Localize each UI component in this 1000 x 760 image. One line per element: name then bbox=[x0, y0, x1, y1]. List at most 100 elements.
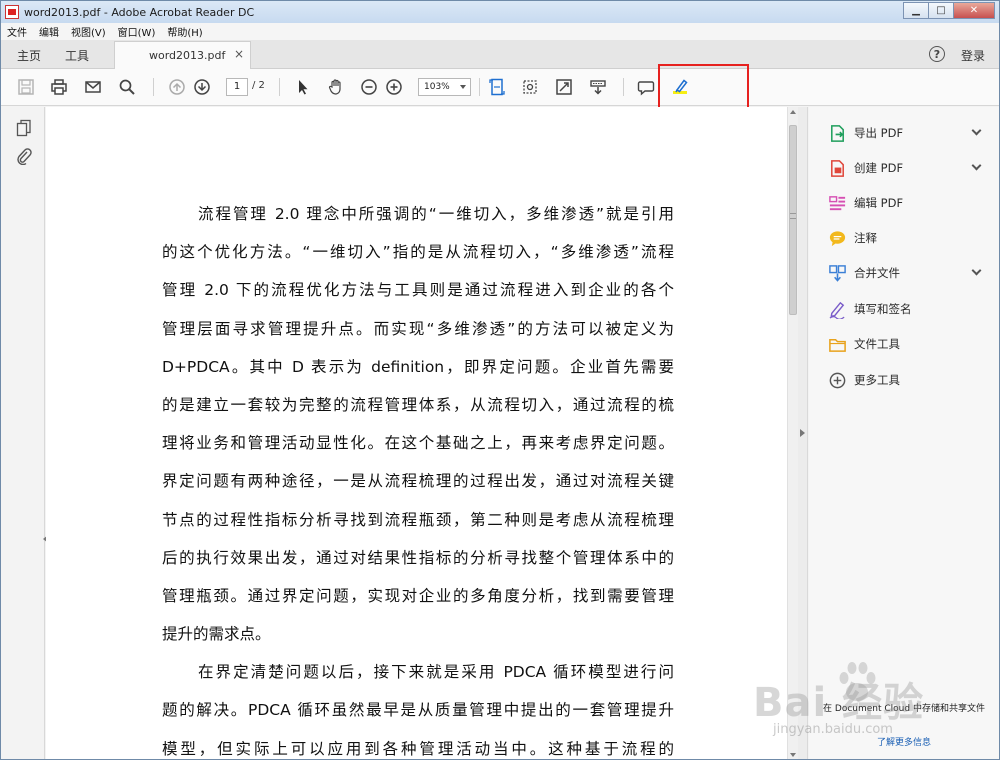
document-line: D+PDCA。其中 D 表示为 definition，即界定问题。企业首先需要 bbox=[162, 357, 674, 376]
document-line: 的这个优化方法。“一维切入”指的是从流程切入，“多维渗透”流程 bbox=[162, 243, 674, 262]
read-mode-icon[interactable] bbox=[588, 77, 608, 97]
zoom-in-icon[interactable] bbox=[384, 77, 404, 97]
rotate-view-icon[interactable] bbox=[520, 77, 540, 97]
hand-tool-icon[interactable] bbox=[326, 77, 346, 97]
document-line: 题的解决。PDCA 循环虽然最早是从质量管理中提出的一套管理提升 bbox=[162, 701, 674, 720]
tool-file-tools[interactable]: 文件工具 bbox=[827, 331, 992, 357]
vertical-scrollbar[interactable] bbox=[787, 107, 798, 759]
tool-create-pdf[interactable]: 创建 PDF bbox=[827, 155, 992, 181]
tool-edit-pdf[interactable]: 编辑 PDF bbox=[827, 190, 992, 216]
previous-page-icon[interactable] bbox=[167, 77, 187, 97]
scroll-down-icon[interactable] bbox=[790, 753, 796, 757]
create-pdf-icon bbox=[827, 158, 847, 178]
fill-sign-pen-icon bbox=[827, 299, 847, 319]
tab-document[interactable]: word2013.pdf × bbox=[114, 41, 251, 69]
page-total: / 2 bbox=[252, 80, 265, 91]
right-panel-collapse-icon[interactable] bbox=[800, 429, 805, 437]
document-line: 后的执行效果出发，通过对结果性指标的分析寻找整个管理体系中的 bbox=[162, 548, 674, 567]
attachment-icon[interactable] bbox=[15, 147, 33, 166]
search-icon[interactable] bbox=[117, 77, 137, 97]
pages-thumbnail-icon[interactable] bbox=[15, 119, 33, 137]
select-cursor-icon[interactable] bbox=[293, 77, 313, 97]
menu-file[interactable]: 文件 bbox=[7, 24, 27, 39]
document-text: 流程管理 2.0 理念中所强调的“一维切入，多维渗透”就是引用 的这个优化方法。… bbox=[162, 202, 674, 759]
tab-close-icon[interactable]: × bbox=[234, 47, 244, 61]
tool-label: 导出 PDF bbox=[854, 126, 904, 140]
tool-label: 创建 PDF bbox=[854, 161, 904, 175]
menu-view[interactable]: 视图(V) bbox=[71, 24, 106, 39]
menu-edit[interactable]: 编辑 bbox=[39, 24, 59, 39]
tool-label: 注释 bbox=[854, 231, 877, 245]
document-line: 提升的需求点。 bbox=[162, 625, 271, 644]
full-screen-icon[interactable] bbox=[554, 77, 574, 97]
tab-bar: 主页 工具 word2013.pdf × ? 登录 bbox=[1, 40, 999, 69]
tool-label: 填写和签名 bbox=[854, 302, 912, 316]
menu-help[interactable]: 帮助(H) bbox=[167, 24, 202, 39]
tools-panel: 导出 PDF 创建 PDF 编辑 PDF 注释 合并文件 填写和签名 文件工具 … bbox=[809, 107, 999, 759]
login-link[interactable]: 登录 bbox=[961, 47, 985, 64]
tab-document-label: word2013.pdf bbox=[149, 49, 226, 62]
scroll-up-icon[interactable] bbox=[790, 110, 796, 114]
document-page[interactable]: 流程管理 2.0 理念中所强调的“一维切入，多维渗透”就是引用 的这个优化方法。… bbox=[46, 107, 787, 759]
acrobat-window: word2013.pdf - Adobe Acrobat Reader DC ▁… bbox=[0, 0, 1000, 760]
tool-label: 合并文件 bbox=[854, 266, 900, 280]
document-line: 节点的过程性指标分析寻找到流程瓶颈，第二种则是考虑从流程梳理 bbox=[162, 510, 674, 529]
print-icon[interactable] bbox=[49, 77, 69, 97]
toolbar: 1 / 2 103% bbox=[1, 69, 999, 106]
next-page-icon[interactable] bbox=[192, 77, 212, 97]
combine-files-icon bbox=[827, 263, 847, 283]
chevron-down-icon[interactable] bbox=[971, 265, 982, 276]
tool-label: 文件工具 bbox=[854, 337, 900, 351]
document-line: 流程管理 2.0 理念中所强调的“一维切入，多维渗透”就是引用 bbox=[198, 205, 674, 223]
document-line: 管理层面寻求管理提升点。而实现“多维渗透”的方法可以被定义为 bbox=[162, 319, 674, 338]
tab-home[interactable]: 主页 bbox=[17, 47, 41, 64]
learn-more-link[interactable]: 了解更多信息 bbox=[809, 735, 999, 748]
chevron-down-icon[interactable] bbox=[971, 125, 982, 136]
close-button[interactable]: ✕ bbox=[953, 2, 995, 19]
fit-page-icon[interactable] bbox=[487, 77, 507, 97]
highlighter-icon[interactable] bbox=[670, 77, 690, 97]
scrollbar-thumb[interactable] bbox=[789, 125, 797, 315]
document-line: 在界定清楚问题以后，接下来就是采用 PDCA 循环模型进行问 bbox=[198, 663, 674, 682]
tool-combine-files[interactable]: 合并文件 bbox=[827, 260, 992, 286]
tool-label: 编辑 PDF bbox=[854, 196, 904, 210]
window-controls: ▁ □ ✕ bbox=[903, 2, 995, 19]
document-cloud-promo: 在 Document Cloud 中存储和共享文件 bbox=[823, 704, 985, 714]
document-line: 的是建立一套较为完整的流程管理体系，从流程切入，通过流程的梳 bbox=[162, 395, 674, 414]
export-pdf-icon bbox=[827, 123, 847, 143]
tab-tools[interactable]: 工具 bbox=[65, 47, 89, 64]
tool-more-tools[interactable]: 更多工具 bbox=[827, 367, 992, 393]
zoom-level-select[interactable]: 103% bbox=[418, 78, 471, 96]
maximize-button[interactable]: □ bbox=[928, 2, 954, 19]
window-title: word2013.pdf - Adobe Acrobat Reader DC bbox=[24, 5, 255, 19]
tool-fill-sign[interactable]: 填写和签名 bbox=[827, 296, 992, 322]
save-icon[interactable] bbox=[16, 77, 36, 97]
edit-pdf-icon bbox=[827, 193, 847, 213]
comment-bubble-icon bbox=[827, 228, 847, 248]
page-number-input[interactable]: 1 bbox=[226, 78, 248, 96]
email-icon[interactable] bbox=[83, 77, 103, 97]
document-line: 管理瓶颈。通过界定问题，实现对企业的多角度分析，找到需要管理 bbox=[162, 586, 674, 605]
menu-bar: 文件 编辑 视图(V) 窗口(W) 帮助(H) bbox=[1, 23, 999, 40]
document-line: 理将业务和管理活动显性化。在这个基础之上，再来考虑界定问题。 bbox=[162, 434, 674, 453]
menu-window[interactable]: 窗口(W) bbox=[118, 24, 156, 39]
folder-icon bbox=[827, 334, 847, 354]
tool-export-pdf[interactable]: 导出 PDF bbox=[827, 120, 992, 146]
scrollbar-grip-icon bbox=[790, 213, 796, 219]
document-line: 界定问题有两种途径，一是从流程梳理的过程出发，通过对流程关键 bbox=[162, 472, 674, 491]
document-line: 模型，但实际上可以应用到各种管理活动当中。这种基于流程的 bbox=[162, 739, 674, 758]
toolbar-separator bbox=[279, 78, 280, 96]
chevron-down-icon[interactable] bbox=[971, 160, 982, 171]
left-navigation-rail bbox=[1, 107, 48, 759]
comment-icon[interactable] bbox=[636, 77, 656, 97]
help-icon[interactable]: ? bbox=[929, 46, 945, 62]
document-line: 管理 2.0 下的流程优化方法与工具则是通过流程进入到企业的各个 bbox=[162, 281, 674, 300]
zoom-out-icon[interactable] bbox=[359, 77, 379, 97]
toolbar-separator bbox=[479, 78, 480, 96]
tool-label: 更多工具 bbox=[854, 373, 900, 387]
minimize-button[interactable]: ▁ bbox=[903, 2, 929, 19]
tool-comment[interactable]: 注释 bbox=[827, 225, 992, 251]
add-circle-icon bbox=[827, 370, 847, 390]
right-panel-splitter[interactable] bbox=[798, 107, 808, 759]
pdf-file-icon bbox=[5, 5, 19, 19]
